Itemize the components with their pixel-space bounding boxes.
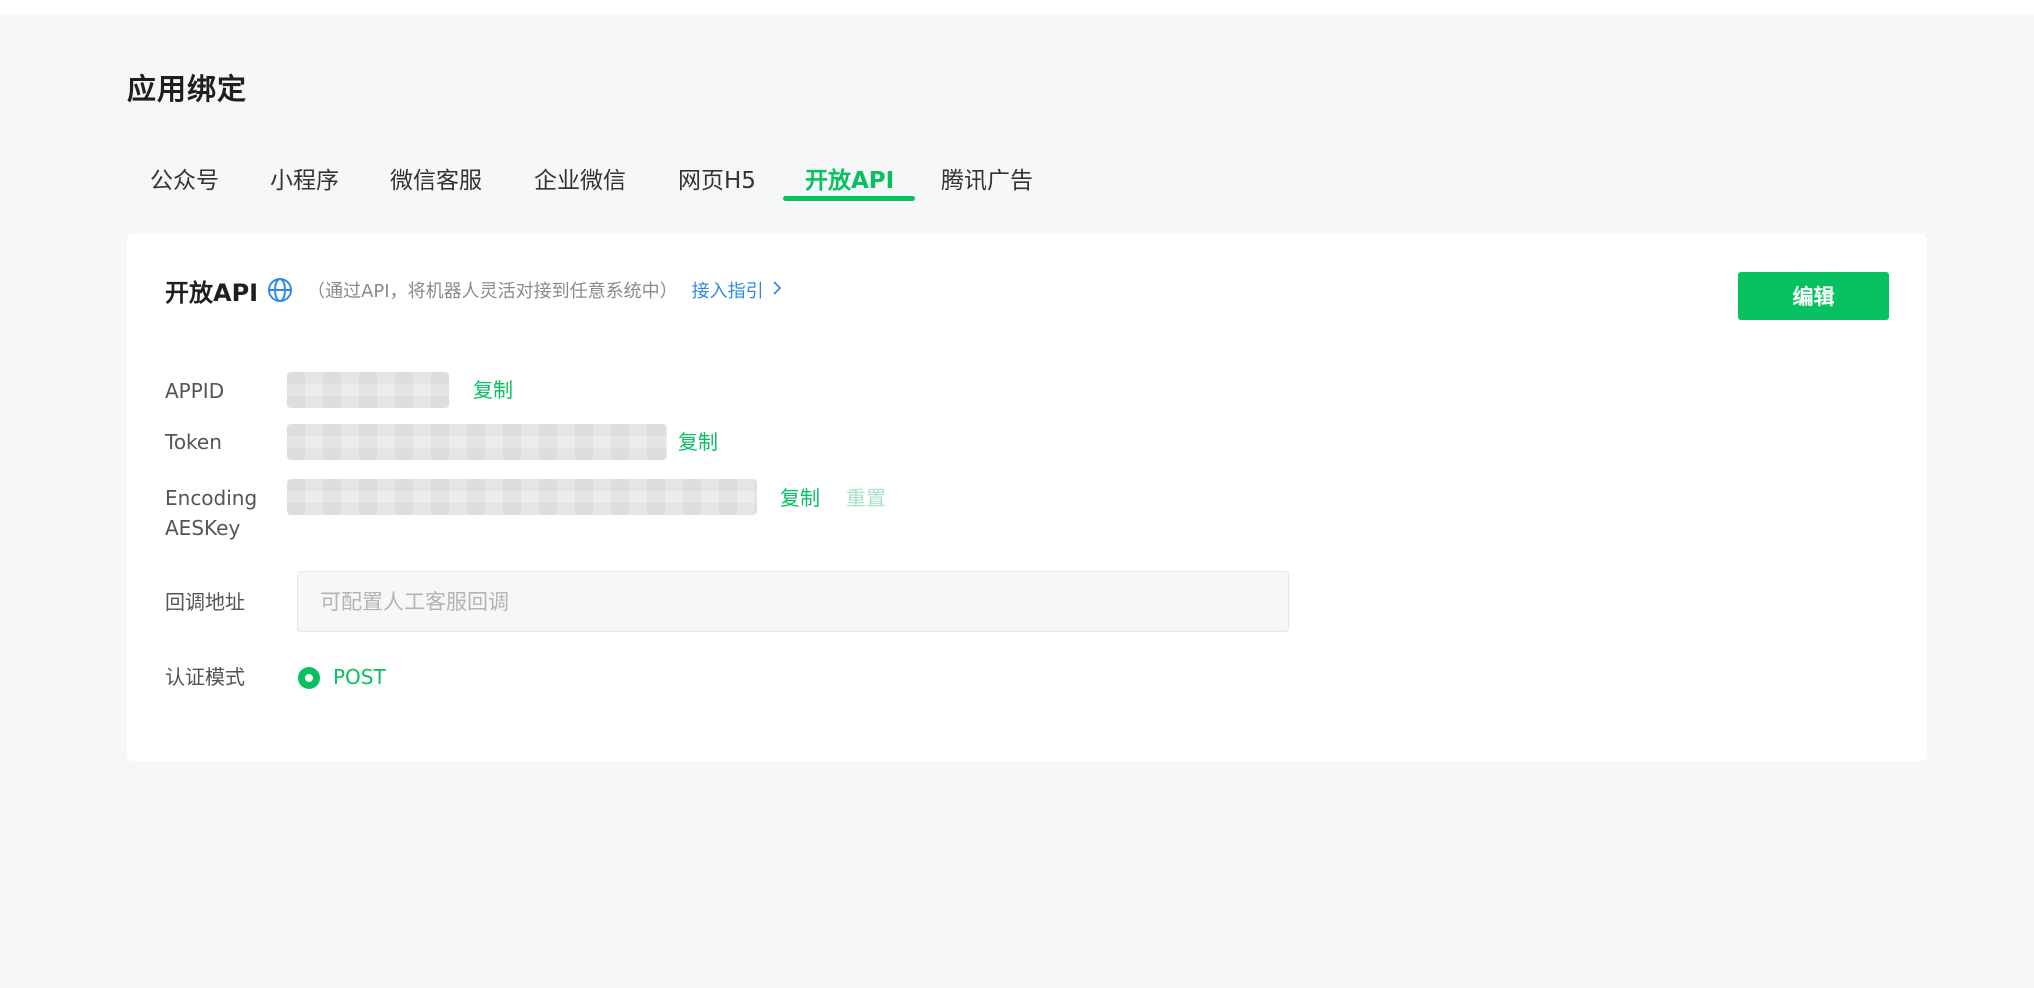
auth-mode-label: 认证模式 bbox=[165, 665, 245, 689]
token-label: Token bbox=[165, 430, 222, 454]
page-title: 应用绑定 bbox=[127, 72, 248, 106]
aeskey-reset-button[interactable]: 重置 bbox=[846, 483, 886, 513]
card-header: 开放API （通过API，将机器人灵活对接到任意系统中） 接入指引 bbox=[165, 272, 782, 308]
aeskey-label-line2: AESKey bbox=[165, 516, 241, 540]
post-radio[interactable] bbox=[298, 667, 320, 689]
tab-web-h5[interactable]: 网页H5 bbox=[678, 160, 756, 206]
active-tab-indicator bbox=[783, 196, 915, 201]
aeskey-copy-button[interactable]: 复制 bbox=[780, 483, 820, 513]
token-copy-button[interactable]: 复制 bbox=[678, 427, 718, 457]
open-api-card: 开放API （通过API，将机器人灵活对接到任意系统中） 接入指引 编辑 APP… bbox=[127, 234, 1927, 761]
tab-official-account[interactable]: 公众号 bbox=[150, 160, 219, 206]
post-radio-label[interactable]: POST bbox=[333, 662, 386, 692]
chevron-right-icon bbox=[772, 280, 782, 301]
token-value-masked bbox=[287, 424, 667, 460]
aeskey-value-masked bbox=[287, 479, 757, 515]
aeskey-label-line1: Encoding bbox=[165, 486, 258, 510]
tab-tencent-ads[interactable]: 腾讯广告 bbox=[941, 160, 1033, 206]
radio-selected-dot bbox=[305, 674, 313, 682]
edit-button[interactable]: 编辑 bbox=[1738, 272, 1889, 320]
callback-label: 回调地址 bbox=[165, 590, 245, 614]
top-strip bbox=[0, 0, 2034, 14]
appid-value-masked bbox=[287, 372, 449, 408]
globe-icon bbox=[267, 277, 293, 303]
tab-wechat-customer-service[interactable]: 微信客服 bbox=[390, 160, 482, 206]
integration-guide-link[interactable]: 接入指引 bbox=[692, 277, 782, 303]
appid-label: APPID bbox=[165, 379, 225, 403]
card-description: （通过API，将机器人灵活对接到任意系统中） bbox=[307, 281, 678, 302]
appid-copy-button[interactable]: 复制 bbox=[473, 375, 513, 405]
tab-mini-program[interactable]: 小程序 bbox=[270, 160, 339, 206]
callback-url-input[interactable] bbox=[297, 571, 1289, 632]
tab-wecom[interactable]: 企业微信 bbox=[534, 160, 626, 206]
integration-guide-label: 接入指引 bbox=[691, 281, 764, 302]
card-title: 开放API bbox=[165, 278, 259, 307]
